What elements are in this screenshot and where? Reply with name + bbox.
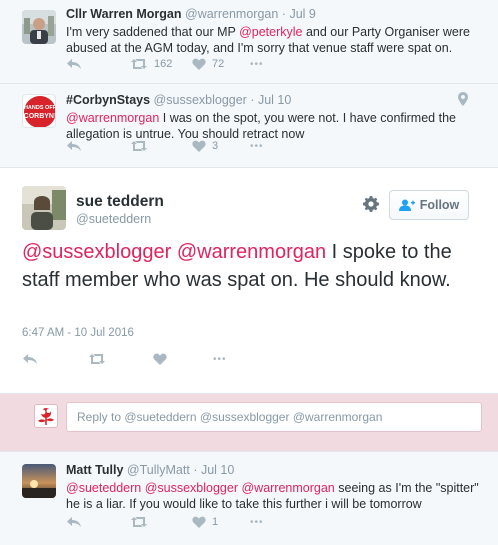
retweet-button[interactable]: 162 — [130, 58, 192, 70]
separator-dot: · — [193, 463, 198, 477]
author-handle[interactable]: @sueteddern — [76, 212, 151, 226]
reply-composer: Reply to @sueteddern @sussexblogger @war… — [0, 394, 498, 452]
gear-icon — [363, 196, 379, 212]
mention-link[interactable]: @sueteddern @sussexblogger @warrenmorgan — [66, 481, 335, 495]
more-button[interactable]: ••• — [250, 141, 264, 152]
user-actions-button[interactable] — [363, 196, 379, 217]
tweet-timestamp[interactable]: 6:47 AM - 10 Jul 2016 — [22, 327, 134, 339]
reply-button[interactable] — [66, 58, 130, 70]
follow-button[interactable]: Follow — [389, 190, 469, 220]
mention-link[interactable]: @warrenmorgan — [66, 111, 159, 125]
like-count: 3 — [212, 140, 219, 152]
avatar[interactable]: HANDS OFF CORBYN! — [22, 94, 56, 128]
author-name[interactable]: Cllr Warren Morgan — [66, 7, 182, 21]
reply-icon — [23, 354, 37, 364]
add-user-icon — [398, 199, 415, 211]
like-count: 1 — [212, 516, 219, 528]
separator-dot: · — [250, 93, 255, 107]
heart-icon — [192, 516, 206, 528]
tweet-time[interactable]: Jul 10 — [258, 93, 291, 107]
like-button[interactable] — [153, 353, 213, 365]
tweet-text: @sueteddern @sussexblogger @warrenmorgan… — [66, 480, 486, 512]
more-icon: ••• — [250, 516, 264, 528]
tweet-actions: 3 ••• — [66, 140, 264, 152]
avatar — [34, 404, 58, 428]
tweet-actions: ••• — [22, 353, 227, 365]
heart-icon — [192, 140, 206, 152]
reply-button[interactable] — [22, 353, 88, 365]
retweet-count: 162 — [154, 58, 173, 70]
retweet-icon — [89, 354, 105, 364]
location-button[interactable] — [458, 92, 468, 111]
avatar[interactable] — [22, 464, 56, 498]
heart-icon — [153, 353, 167, 365]
tweet-actions: 1 ••• — [66, 516, 264, 528]
like-button[interactable]: 1 — [192, 516, 250, 528]
retweet-icon — [131, 141, 147, 151]
reply-input[interactable]: Reply to @sueteddern @sussexblogger @war… — [66, 402, 482, 432]
tweet-actions: 162 72 ••• — [66, 58, 264, 70]
more-icon: ••• — [213, 353, 227, 365]
badge-line-1: HANDS OFF — [23, 105, 56, 111]
tweet-text: @warrenmorgan I was on the spot, you wer… — [66, 110, 486, 142]
more-icon: ••• — [250, 140, 264, 152]
mention-link[interactable]: @warrenmorgan — [177, 241, 326, 263]
like-button[interactable]: 72 — [192, 58, 250, 70]
tweet-text: I'm very saddened that our MP @peterkyle… — [66, 24, 486, 56]
tweet-corbynstays[interactable]: HANDS OFF CORBYN! #CorbynStays @sussexbl… — [0, 84, 498, 168]
tweet-time[interactable]: Jul 10 — [201, 463, 234, 477]
reply-icon — [67, 141, 81, 151]
author-name[interactable]: #CorbynStays — [66, 93, 150, 107]
author-name[interactable]: sue teddern — [76, 193, 164, 211]
sunset-photo-icon — [22, 464, 56, 498]
tweet-warren-morgan[interactable]: Cllr Warren Morgan @warrenmorgan · Jul 9… — [0, 0, 498, 84]
tweet-time[interactable]: Jul 9 — [289, 7, 315, 21]
reply-button[interactable] — [66, 140, 130, 152]
red-rose-icon — [38, 408, 54, 425]
avatar[interactable] — [22, 10, 56, 44]
avatar[interactable] — [22, 186, 66, 230]
mention-link[interactable]: @sussexblogger — [22, 241, 171, 263]
more-button[interactable]: ••• — [250, 59, 264, 70]
profile-photo-icon — [22, 186, 66, 230]
tweet-text: @sussexblogger @warrenmorgan I spoke to … — [22, 238, 482, 294]
reply-button[interactable] — [66, 516, 130, 528]
badge-text: HANDS OFF CORBYN! — [23, 104, 56, 121]
tweet-header: Matt Tully @TullyMatt · Jul 10 — [66, 463, 234, 477]
author-handle[interactable]: @sussexblogger — [154, 93, 247, 107]
badge-line-2: CORBYN! — [23, 113, 56, 120]
author-name[interactable]: Matt Tully — [66, 463, 123, 477]
heart-icon — [192, 58, 206, 70]
more-icon: ••• — [250, 58, 264, 70]
profile-photo-icon — [22, 10, 56, 44]
follow-label: Follow — [419, 198, 460, 212]
author-handle[interactable]: @TullyMatt — [127, 463, 190, 477]
reply-icon — [67, 517, 81, 527]
author-handle[interactable]: @warrenmorgan — [185, 7, 278, 21]
mention-link[interactable]: @peterkyle — [239, 25, 302, 39]
reply-icon — [67, 59, 81, 69]
location-pin-icon — [458, 92, 468, 106]
retweet-button[interactable] — [130, 516, 192, 528]
text-part: I'm very saddened that our MP — [66, 25, 240, 39]
tweet-header: #CorbynStays @sussexblogger · Jul 10 — [66, 93, 291, 107]
tweet-matt-tully[interactable]: Matt Tully @TullyMatt · Jul 10 @suetedde… — [0, 452, 498, 545]
retweet-icon — [131, 59, 147, 69]
separator-dot: · — [281, 7, 286, 21]
like-count: 72 — [212, 58, 225, 70]
retweet-button[interactable] — [130, 140, 192, 152]
retweet-icon — [131, 517, 147, 527]
more-button[interactable]: ••• — [250, 517, 264, 528]
like-button[interactable]: 3 — [192, 140, 250, 152]
tweet-header: Cllr Warren Morgan @warrenmorgan · Jul 9 — [66, 7, 316, 21]
retweet-button[interactable] — [88, 353, 153, 365]
more-button[interactable]: ••• — [213, 354, 227, 365]
